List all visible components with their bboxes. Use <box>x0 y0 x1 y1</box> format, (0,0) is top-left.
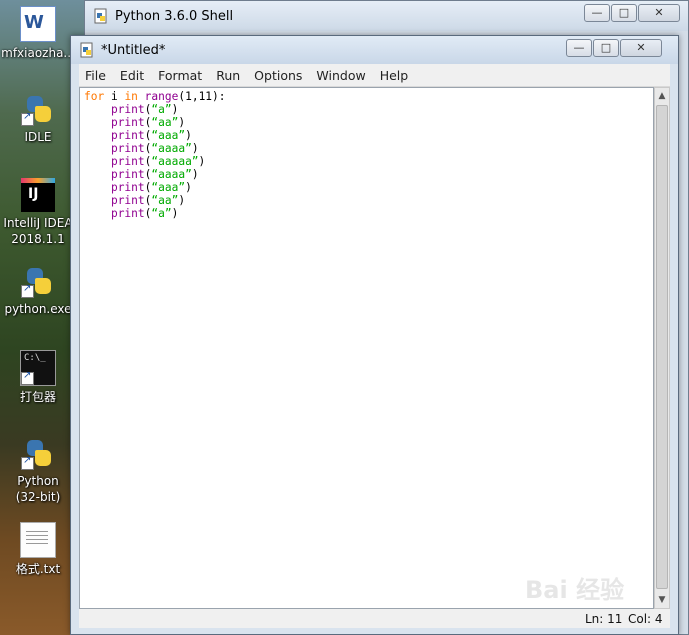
editor-close-button[interactable]: ✕ <box>620 39 662 57</box>
desktop-icon-label: python.exe <box>4 302 72 316</box>
text-file-icon <box>20 522 56 558</box>
baidu-watermark: Bai 经验 <box>525 576 625 604</box>
python-exe-icon <box>21 264 55 298</box>
command-prompt-icon <box>20 350 56 386</box>
code-line: print(“aaaa”) <box>110 142 199 155</box>
editor-title: *Untitled* <box>101 42 166 58</box>
editor-minimize-button[interactable]: — <box>566 39 592 57</box>
status-bar: Ln: 11 Col: 4 <box>79 609 670 628</box>
editor-maximize-button[interactable]: □ <box>593 39 619 57</box>
scroll-up-icon[interactable]: ▲ <box>655 88 669 104</box>
code-line: print(“aaaa”) <box>110 168 199 181</box>
code-line: print(“aa”) <box>110 116 186 129</box>
menu-run[interactable]: Run <box>210 68 246 83</box>
editor-titlebar[interactable]: *Untitled* — □ ✕ <box>71 36 678 64</box>
desktop-icon-idle[interactable]: IDLE <box>0 92 76 145</box>
desktop-icon-label: IDLE <box>24 130 52 144</box>
word-document-icon <box>20 6 56 42</box>
python-idle-icon <box>21 92 55 126</box>
desktop-icon-intellij[interactable]: IntelliJ IDEA 2018.1.1 <box>0 178 76 247</box>
code-line: print(“aaa”) <box>110 129 192 142</box>
desktop-icon-label: 打包器 <box>19 390 56 404</box>
desktop-icon-python-exe[interactable]: python.exe <box>0 264 76 317</box>
menu-window[interactable]: Window <box>310 68 371 83</box>
code-line: print(“a”) <box>110 207 179 220</box>
scroll-down-icon[interactable]: ▼ <box>655 592 669 608</box>
desktop-icon-word[interactable]: mfxiaozha... <box>0 6 76 61</box>
code-line: print(“a”) <box>110 103 179 116</box>
code-line: for i in range(1,11): <box>84 90 226 103</box>
shell-close-button[interactable]: ✕ <box>638 4 680 22</box>
desktop-icon-python32[interactable]: Python (32-bit) <box>0 436 76 505</box>
shell-title: Python 3.6.0 Shell <box>115 8 234 24</box>
menu-file[interactable]: File <box>79 68 112 83</box>
menu-options[interactable]: Options <box>248 68 308 83</box>
desktop-icon-txt[interactable]: 格式.txt <box>0 522 76 577</box>
menu-help[interactable]: Help <box>374 68 415 83</box>
code-content: for i in range(1,11): print(“a”) print(“… <box>84 90 226 220</box>
menu-bar: File Edit Format Run Options Window Help <box>79 64 670 87</box>
python-32bit-icon <box>21 436 55 470</box>
status-column: Col: 4 <box>628 612 663 626</box>
code-editor[interactable]: for i in range(1,11): print(“a”) print(“… <box>79 87 654 609</box>
desktop-icon-label: IntelliJ IDEA 2018.1.1 <box>3 216 73 246</box>
python-file-icon <box>80 42 93 58</box>
desktop-icon-label: mfxiaozha... <box>1 46 75 60</box>
python-file-icon <box>94 8 107 24</box>
code-line: print(“aaaaa”) <box>110 155 206 168</box>
code-line: print(“aa”) <box>110 194 186 207</box>
menu-format[interactable]: Format <box>152 68 208 83</box>
desktop-icon-packager[interactable]: 打包器 <box>0 350 76 405</box>
untitled-editor-window[interactable]: *Untitled* — □ ✕ File Edit Format Run Op… <box>70 35 679 635</box>
vertical-scrollbar[interactable]: ▲ ▼ <box>654 87 670 609</box>
menu-edit[interactable]: Edit <box>114 68 150 83</box>
shell-maximize-button[interactable]: □ <box>611 4 637 22</box>
code-line: print(“aaa”) <box>110 181 192 194</box>
scrollbar-thumb[interactable] <box>656 105 668 589</box>
status-line: Ln: 11 <box>585 612 623 626</box>
intellij-idea-icon <box>21 178 55 212</box>
desktop-icon-label: Python (32-bit) <box>15 474 61 504</box>
desktop-icon-label: 格式.txt <box>15 562 61 576</box>
shell-minimize-button[interactable]: — <box>584 4 610 22</box>
